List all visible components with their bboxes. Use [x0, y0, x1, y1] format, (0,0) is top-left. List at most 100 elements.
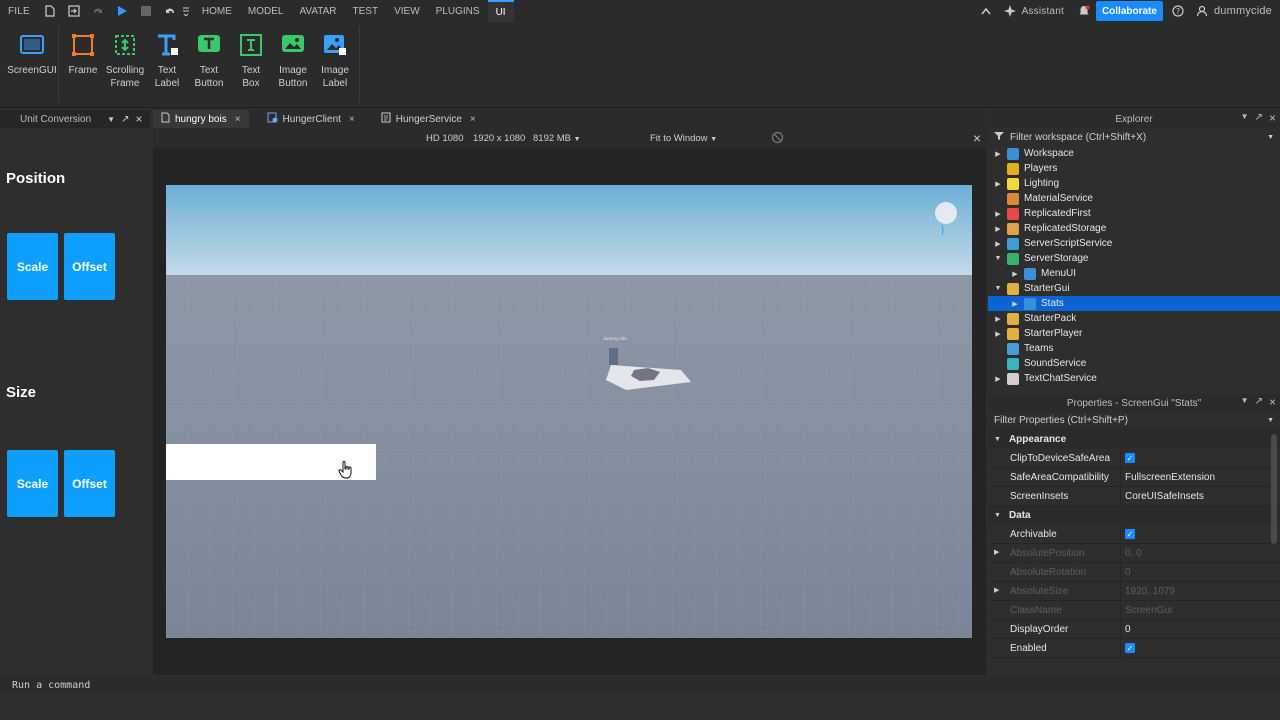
tree-item-teams[interactable]: Teams: [988, 341, 1280, 356]
collapse-arrow-icon[interactable]: ▼: [994, 436, 1001, 443]
expand-arrow-icon[interactable]: ▶: [993, 240, 1003, 248]
assistant-icon[interactable]: [1003, 4, 1017, 18]
device-selector[interactable]: HD 1080: [426, 133, 464, 144]
chevron-down-icon[interactable]: ▼: [1267, 417, 1274, 424]
undo-icon[interactable]: [163, 4, 177, 18]
property-screeninsets[interactable]: ScreenInsets CoreUISafeInsets: [988, 486, 1280, 506]
tab-view[interactable]: VIEW: [386, 0, 428, 22]
tree-item-soundservice[interactable]: SoundService: [988, 356, 1280, 371]
help-icon[interactable]: ?: [1171, 4, 1185, 18]
stop-icon[interactable]: [139, 4, 153, 18]
collapse-arrow-icon[interactable]: ▼: [994, 512, 1001, 519]
text-button-tool[interactable]: Text Button: [189, 22, 229, 107]
tab-test[interactable]: TEST: [345, 0, 387, 22]
image-button-tool[interactable]: Image Button: [273, 22, 313, 107]
notification-bell-icon[interactable]: [1077, 4, 1091, 18]
tree-item-menuui[interactable]: ▶ MenuUI: [988, 266, 1280, 281]
command-input[interactable]: Run a command: [12, 680, 90, 691]
property-absoluteposition[interactable]: ▶ AbsolutePosition 0, 0: [988, 543, 1280, 563]
text-label-tool[interactable]: Text Label: [147, 22, 187, 107]
property-value[interactable]: 0: [1125, 624, 1131, 635]
tab-hungerservice[interactable]: HungerService ×: [373, 110, 484, 128]
expand-arrow-icon[interactable]: ▶: [993, 375, 1003, 383]
tab-ui[interactable]: UI: [487, 0, 514, 22]
username[interactable]: dummycide: [1214, 5, 1280, 17]
property-enabled[interactable]: Enabled ✓: [988, 638, 1280, 658]
chevron-down-icon[interactable]: ▼: [1241, 396, 1249, 408]
expand-arrow-icon[interactable]: ▶: [993, 150, 1003, 158]
property-safeareacompatibility[interactable]: SafeAreaCompatibility FullscreenExtension: [988, 467, 1280, 487]
chevron-down-icon[interactable]: ▼: [1241, 112, 1249, 124]
scrollbar[interactable]: [1271, 434, 1277, 544]
close-icon[interactable]: ×: [235, 114, 241, 125]
tree-item-starterplayer[interactable]: ▶ StarterPlayer: [988, 326, 1280, 341]
user-icon[interactable]: [1195, 4, 1209, 18]
checkbox-checked[interactable]: ✓: [1125, 643, 1135, 653]
tab-hungerclient[interactable]: HungerClient ×: [259, 110, 363, 128]
text-box-tool[interactable]: Text Box: [231, 22, 271, 107]
properties-filter[interactable]: Filter Properties (Ctrl+Shift+P) ▼: [988, 412, 1280, 430]
close-icon[interactable]: ×: [135, 112, 142, 126]
tree-item-lighting[interactable]: ▶ Lighting: [988, 176, 1280, 191]
tree-item-textchatservice[interactable]: ▶ TextChatService: [988, 371, 1280, 386]
command-bar[interactable]: Run a command: [0, 677, 1280, 693]
expanded-arrow-icon[interactable]: ▼: [993, 285, 1003, 292]
redo-icon[interactable]: [91, 4, 105, 18]
tab-home[interactable]: HOME: [194, 0, 240, 22]
tab-model[interactable]: MODEL: [240, 0, 292, 22]
property-absolutesize[interactable]: ▶ AbsoluteSize 1920, 1079: [988, 581, 1280, 601]
expand-arrow-icon[interactable]: ▶: [993, 330, 1003, 338]
explorer-filter[interactable]: Filter workspace (Ctrl+Shift+X) ▼: [988, 128, 1280, 146]
property-absoluterotation[interactable]: AbsoluteRotation 0: [988, 562, 1280, 582]
undock-icon[interactable]: ↗: [121, 114, 129, 125]
memory-selector[interactable]: 8192 MB ▼: [533, 133, 581, 144]
property-displayorder[interactable]: DisplayOrder 0: [988, 619, 1280, 639]
3d-viewport[interactable]: dummycide: [166, 185, 972, 638]
image-label-tool[interactable]: Image Label: [315, 22, 355, 107]
section-data[interactable]: ▼ Data: [988, 506, 1280, 525]
fit-to-window-selector[interactable]: Fit to Window ▼: [650, 133, 717, 144]
tree-item-serverscriptservice[interactable]: ▶ ServerScriptService: [988, 236, 1280, 251]
undock-icon[interactable]: ↗: [1255, 396, 1263, 408]
property-archivable[interactable]: Archivable ✓: [988, 524, 1280, 544]
tree-item-replicatedfirst[interactable]: ▶ ReplicatedFirst: [988, 206, 1280, 221]
size-offset-button[interactable]: Offset: [64, 450, 115, 517]
property-classname[interactable]: ClassName ScreenGui: [988, 600, 1280, 620]
expand-arrow-icon[interactable]: ▶: [993, 210, 1003, 218]
frame-tool[interactable]: Frame: [63, 22, 103, 107]
checkbox-checked[interactable]: ✓: [1125, 529, 1135, 539]
tree-item-startergui[interactable]: ▼ StarterGui: [988, 281, 1280, 296]
expanded-arrow-icon[interactable]: ▼: [993, 255, 1003, 262]
import-icon[interactable]: [67, 4, 81, 18]
close-icon[interactable]: ×: [1269, 112, 1276, 124]
screengui-tool[interactable]: ScreenGUI: [7, 22, 57, 107]
size-scale-button[interactable]: Scale: [7, 450, 58, 517]
tree-item-starterpack[interactable]: ▶ StarterPack: [988, 311, 1280, 326]
unit-conversion-tab[interactable]: Unit Conversion ▼ ↗ ×: [0, 110, 150, 128]
expand-arrow-icon[interactable]: ▶: [994, 586, 999, 594]
property-value[interactable]: CoreUISafeInsets: [1125, 491, 1204, 502]
close-icon[interactable]: ×: [973, 130, 981, 146]
tree-item-workspace[interactable]: ▶ Workspace: [988, 146, 1280, 161]
collaborate-button[interactable]: Collaborate: [1095, 1, 1163, 21]
expand-arrow-icon[interactable]: ▶: [993, 225, 1003, 233]
new-file-icon[interactable]: [43, 4, 57, 18]
position-scale-button[interactable]: Scale: [7, 233, 58, 300]
section-appearance[interactable]: ▼ Appearance: [988, 430, 1280, 449]
close-icon[interactable]: ×: [470, 114, 476, 125]
expand-arrow-icon[interactable]: ▶: [994, 548, 999, 556]
property-value[interactable]: FullscreenExtension: [1125, 472, 1215, 483]
undock-icon[interactable]: ↗: [1255, 112, 1263, 124]
tab-avatar[interactable]: AVATAR: [291, 0, 344, 22]
expand-arrow-icon[interactable]: ▶: [993, 180, 1003, 188]
assistant-button[interactable]: Assistant: [1022, 6, 1072, 17]
orientation-icon[interactable]: [771, 131, 784, 147]
expand-arrow-icon[interactable]: ▶: [1010, 300, 1020, 308]
tree-item-players[interactable]: Players: [988, 161, 1280, 176]
more-icon[interactable]: [182, 4, 190, 18]
tab-plugins[interactable]: PLUGINS: [428, 0, 488, 22]
play-icon[interactable]: [115, 4, 129, 18]
expand-arrow-icon[interactable]: ▶: [1010, 270, 1020, 278]
expand-arrow-icon[interactable]: ▶: [993, 315, 1003, 323]
tree-item-stats[interactable]: ▶ Stats: [988, 296, 1280, 311]
